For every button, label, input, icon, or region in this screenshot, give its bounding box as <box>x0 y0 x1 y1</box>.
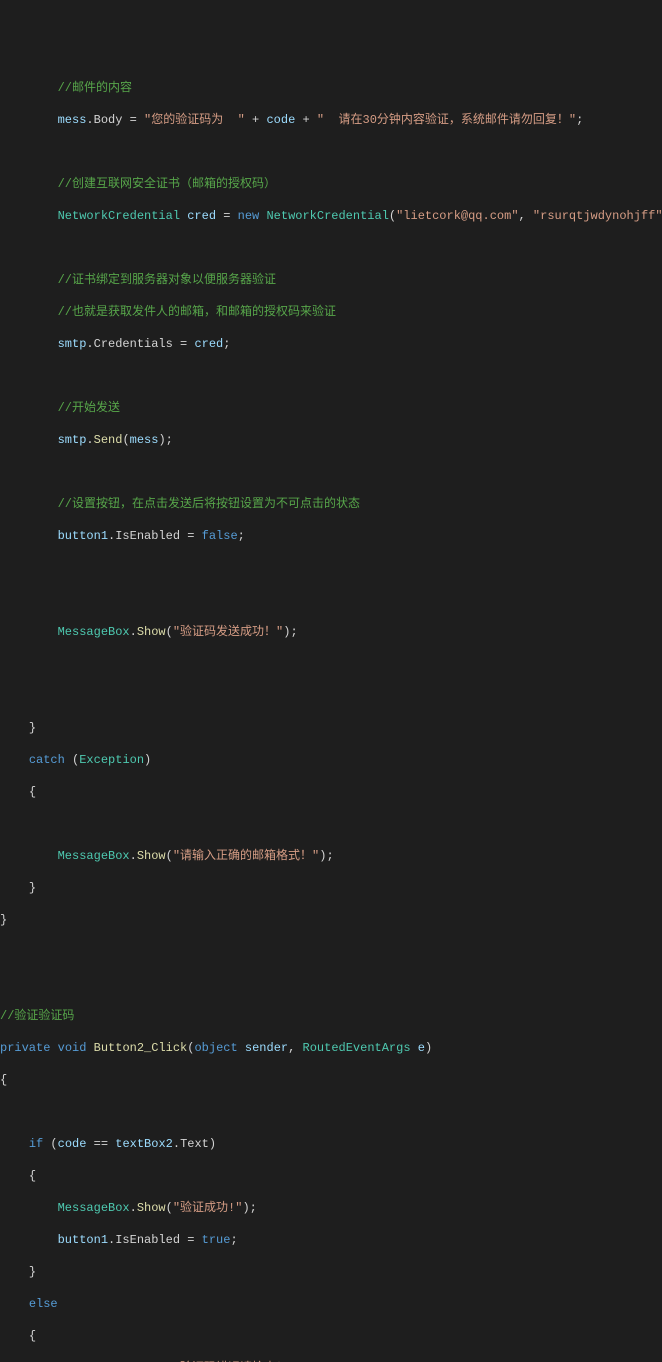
code-line: NetworkCredential cred = new NetworkCred… <box>0 208 662 224</box>
comment: //邮件的内容 <box>58 81 132 95</box>
code-line: { <box>0 784 662 800</box>
code-line: //证书绑定到服务器对象以便服务器验证 <box>0 272 662 288</box>
code-line: mess.Body = "您的验证码为 " + code + " 请在30分钟内… <box>0 112 662 128</box>
code-line: //创建互联网安全证书（邮箱的授权码） <box>0 176 662 192</box>
code-line: } <box>0 912 662 928</box>
code-line: MessageBox.Show("验证成功!"); <box>0 1200 662 1216</box>
code-line: //也就是获取发件人的邮箱，和邮箱的授权码来验证 <box>0 304 662 320</box>
code-editor[interactable]: //邮件的内容 mess.Body = "您的验证码为 " + code + "… <box>0 64 662 1362</box>
code-line: else <box>0 1296 662 1312</box>
code-line: MessageBox.Show("请输入正确的邮箱格式！"); <box>0 848 662 864</box>
code-line: MessageBox.Show("验证码错误请检查！"); <box>0 1360 662 1362</box>
comment: //也就是获取发件人的邮箱，和邮箱的授权码来验证 <box>58 305 336 319</box>
comment: //证书绑定到服务器对象以便服务器验证 <box>58 273 276 287</box>
code-line: //开始发送 <box>0 400 662 416</box>
comment: //验证验证码 <box>0 1009 74 1023</box>
code-line: MessageBox.Show("验证码发送成功！"); <box>0 624 662 640</box>
code-line: } <box>0 1264 662 1280</box>
code-line: if (code == textBox2.Text) <box>0 1136 662 1152</box>
code-line: //设置按钮，在点击发送后将按钮设置为不可点击的状态 <box>0 496 662 512</box>
code-line: } <box>0 720 662 736</box>
code-line: button1.IsEnabled = true; <box>0 1232 662 1248</box>
comment: //开始发送 <box>58 401 120 415</box>
code-line: } <box>0 880 662 896</box>
code-line: private void Button2_Click(object sender… <box>0 1040 662 1056</box>
code-line: { <box>0 1072 662 1088</box>
code-line: { <box>0 1328 662 1344</box>
code-line: catch (Exception) <box>0 752 662 768</box>
comment: //创建互联网安全证书（邮箱的授权码） <box>58 177 276 191</box>
code-line: smtp.Send(mess); <box>0 432 662 448</box>
code-line: { <box>0 1168 662 1184</box>
code-line: //验证验证码 <box>0 1008 662 1024</box>
code-line: button1.IsEnabled = false; <box>0 528 662 544</box>
comment: //设置按钮，在点击发送后将按钮设置为不可点击的状态 <box>58 497 360 511</box>
code-line: smtp.Credentials = cred; <box>0 336 662 352</box>
code-line: //邮件的内容 <box>0 80 662 96</box>
